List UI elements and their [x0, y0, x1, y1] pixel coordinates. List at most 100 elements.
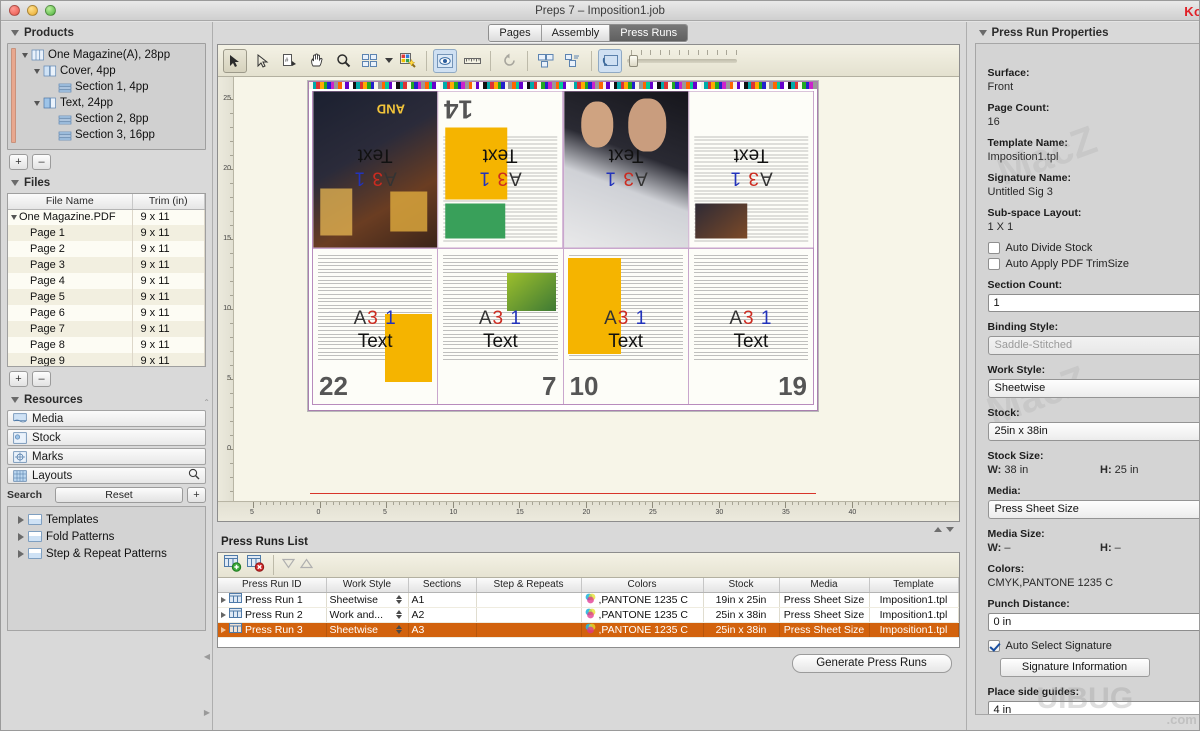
work-style-cell[interactable]: Work and... [326, 607, 408, 622]
auto-select-signature-row[interactable]: Auto Select Signature [988, 640, 1200, 652]
place-side-guides-input[interactable]: 4 in [988, 701, 1200, 715]
search-icon[interactable] [188, 468, 200, 483]
press-runs-column-header[interactable]: Work Style [326, 578, 408, 592]
chevron-down-icon[interactable] [11, 215, 17, 220]
imposition-page[interactable]: A3 1Text7 [438, 249, 562, 405]
zoom-slider[interactable] [627, 59, 737, 63]
stock-cell[interactable]: 25in x 38in [703, 622, 779, 637]
press-sheet[interactable]: ANDA3 1TextA3 1Text14A3 1TextA3 1TextA3 … [308, 81, 818, 411]
ruler-toggle-icon[interactable] [460, 49, 484, 73]
file-name-cell[interactable]: Page 2 [8, 241, 132, 257]
resource-button-layouts[interactable]: Layouts [7, 467, 206, 484]
press-runs-column-header[interactable]: Press Run ID [218, 578, 326, 592]
chevron-down-icon[interactable] [34, 69, 40, 74]
press-run-row[interactable]: Press Run 1SheetwiseA1,PANTONE 1235 C19i… [218, 592, 958, 607]
sections-cell[interactable]: A2 [408, 607, 476, 622]
resource-tree-item[interactable]: Fold Patterns [10, 528, 203, 545]
product-tree-item[interactable]: Section 2, 8pp [10, 111, 203, 127]
press-runs-table-header[interactable]: Press Run IDWork StyleSectionsStep & Rep… [218, 578, 958, 592]
work-style-cell[interactable]: Sheetwise [326, 622, 408, 637]
files-section-header[interactable]: Files [7, 172, 206, 193]
remove-file-button[interactable]: – [32, 371, 51, 387]
imposition-page[interactable]: ANDA3 1Text [313, 92, 437, 248]
resource-button-marks[interactable]: Marks [7, 448, 206, 465]
products-buttons[interactable]: + – [9, 154, 206, 170]
arrange-pages-icon[interactable] [534, 49, 558, 73]
work-style-stepper[interactable] [396, 625, 402, 634]
resource-button-stock[interactable]: Stock [7, 429, 206, 446]
punch-distance-input[interactable]: 0 in [988, 613, 1200, 631]
signature-information-button[interactable]: Signature Information [1000, 658, 1150, 677]
chevron-down-icon[interactable] [979, 30, 987, 36]
imposition-page[interactable]: A3 1Text22 [313, 249, 437, 405]
chevron-down-icon[interactable] [11, 397, 19, 403]
resource-button-media[interactable]: Media [7, 410, 206, 427]
add-product-button[interactable]: + [9, 154, 28, 170]
file-name-cell[interactable]: Page 1 [8, 225, 132, 241]
page-number-tool-icon[interactable]: # [277, 49, 301, 73]
distribute-pages-icon[interactable] [561, 49, 585, 73]
files-table-row[interactable]: Page 59 x 11 [8, 289, 205, 305]
chevron-down-icon[interactable] [11, 180, 19, 186]
press-runs-column-header[interactable]: Template [869, 578, 958, 592]
imposition-page-grid[interactable]: ANDA3 1TextA3 1Text14A3 1TextA3 1TextA3 … [312, 91, 814, 405]
media-select[interactable]: Press Sheet Size [988, 500, 1200, 519]
imposition-page[interactable]: A3 1Text14 [438, 92, 562, 248]
file-name-cell[interactable]: Page 7 [8, 321, 132, 337]
press-runs-column-header[interactable]: Stock [703, 578, 779, 592]
selection-tool-icon[interactable] [223, 49, 247, 73]
add-resource-button[interactable]: + [187, 487, 206, 503]
file-name-cell[interactable]: Page 9 [8, 353, 132, 367]
view-tabs[interactable]: PagesAssemblyPress Runs [488, 24, 688, 42]
resources-section-header[interactable]: Resources [7, 389, 206, 410]
resource-tree-item[interactable]: Templates [10, 511, 203, 528]
chevron-right-icon[interactable] [221, 597, 226, 603]
tab-assembly[interactable]: Assembly [542, 25, 611, 41]
layout-dropdown-icon[interactable] [385, 58, 393, 63]
press-runs-column-header[interactable]: Media [779, 578, 869, 592]
files-table-row[interactable]: Page 39 x 11 [8, 257, 205, 273]
auto-apply-trimsize-row[interactable]: Auto Apply PDF TrimSize [988, 258, 1200, 270]
generate-press-runs-button[interactable]: Generate Press Runs [792, 654, 952, 673]
work-style-stepper[interactable] [396, 595, 402, 604]
rotate-icon[interactable] [497, 49, 521, 73]
file-name-cell[interactable]: Page 8 [8, 337, 132, 353]
reset-search-button[interactable]: Reset [55, 487, 183, 503]
chevron-right-icon[interactable] [18, 516, 24, 524]
chevron-right-icon[interactable] [18, 550, 24, 558]
chevron-right-icon[interactable] [221, 627, 226, 633]
delete-press-run-icon[interactable] [247, 555, 265, 575]
tab-pages[interactable]: Pages [489, 25, 541, 41]
add-file-button[interactable]: + [9, 371, 28, 387]
template-cell[interactable]: Imposition1.tpl [869, 607, 958, 622]
sections-cell[interactable]: A3 [408, 622, 476, 637]
auto-divide-stock-checkbox[interactable] [988, 242, 1000, 254]
step-repeats-cell[interactable] [476, 622, 581, 637]
file-name-cell[interactable]: Page 3 [8, 257, 132, 273]
zoom-tool-icon[interactable] [331, 49, 355, 73]
template-cell[interactable]: Imposition1.tpl [869, 592, 958, 607]
preview-toggle-icon[interactable] [433, 49, 457, 73]
files-table-row[interactable]: Page 89 x 11 [8, 337, 205, 353]
chevron-down-icon[interactable] [22, 53, 28, 58]
products-section-header[interactable]: Products [7, 22, 206, 43]
files-table-row[interactable]: Page 79 x 11 [8, 321, 205, 337]
resource-tree-item[interactable]: Step & Repeat Patterns [10, 545, 203, 562]
chevron-down-icon[interactable] [11, 30, 19, 36]
press-run-row[interactable]: Press Run 2Work and...A2,PANTONE 1235 C2… [218, 607, 958, 622]
press-runs-column-header[interactable]: Step & Repeats [476, 578, 581, 592]
direct-select-tool-icon[interactable] [250, 49, 274, 73]
colors-cell[interactable]: ,PANTONE 1235 C [581, 622, 703, 637]
auto-divide-stock-row[interactable]: Auto Divide Stock [988, 242, 1200, 254]
work-style-select[interactable]: Sheetwise [988, 379, 1200, 398]
files-column-header[interactable]: Trim (in) [132, 194, 205, 209]
step-repeats-cell[interactable] [476, 592, 581, 607]
press-run-id-cell[interactable]: Press Run 2 [218, 607, 326, 622]
product-tree-item[interactable]: Cover, 4pp [10, 63, 203, 79]
stock-cell[interactable]: 19in x 25in [703, 592, 779, 607]
horizontal-ruler[interactable]: 50510152025303540 [218, 501, 959, 521]
files-table-header[interactable]: File NameTrim (in) [8, 194, 205, 209]
work-style-stepper[interactable] [396, 610, 402, 619]
template-cell[interactable]: Imposition1.tpl [869, 622, 958, 637]
media-cell[interactable]: Press Sheet Size [779, 607, 869, 622]
